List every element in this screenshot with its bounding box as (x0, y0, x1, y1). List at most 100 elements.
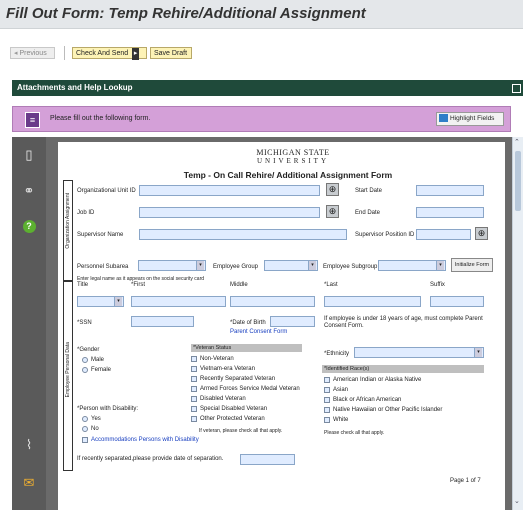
veteran-option-checkbox[interactable] (191, 376, 197, 382)
form-icon: ≡ (25, 112, 40, 128)
accommodations-checkbox[interactable] (82, 437, 88, 443)
start-date-input[interactable] (416, 185, 484, 196)
title-label: Title (77, 282, 89, 288)
female-label: Female (91, 367, 112, 373)
race-option-checkbox[interactable] (324, 387, 330, 393)
race-option-label: American Indian or Alaska Native (333, 377, 422, 383)
org-unit-lookup-icon[interactable]: ⊕ (326, 183, 339, 196)
dob-input[interactable] (270, 316, 315, 327)
employee-group-select[interactable]: ▾ (264, 260, 318, 271)
highlight-fields-button[interactable]: Highlight Fields (436, 112, 504, 126)
veteran-option-checkbox[interactable] (191, 406, 197, 412)
job-id-label: Job ID (77, 210, 95, 216)
last-name-input[interactable] (324, 296, 421, 307)
veteran-status-header: *Veteran Status (191, 344, 302, 352)
chevron-down-icon: ▾ (196, 261, 204, 270)
male-radio[interactable] (82, 357, 88, 363)
race-note: Please check all that apply. (324, 430, 385, 436)
middle-name-input[interactable] (230, 296, 315, 307)
emp-side-box: Employee Personal Data (63, 281, 73, 471)
collapse-icon[interactable] (512, 84, 521, 93)
last-label: *Last (324, 282, 338, 288)
yes-label: Yes (91, 416, 101, 422)
veteran-option-checkbox[interactable] (191, 366, 197, 372)
race-option-label: Asian (333, 387, 349, 393)
personnel-subarea-select[interactable]: ▾ (138, 260, 206, 271)
highlight-label: Highlight Fields (450, 115, 495, 122)
veteran-option-label: Other Protected Veteran (200, 416, 265, 422)
first-name-input[interactable] (131, 296, 226, 307)
scroll-up-icon[interactable]: ⌃ (514, 138, 520, 146)
org-side-label: Organization Assignment (65, 193, 71, 249)
vertical-scrollbar[interactable]: ⌃ ⌄ (512, 137, 523, 510)
scroll-down-icon[interactable]: ⌄ (514, 497, 520, 505)
race-header: *Identified Race(s) (322, 365, 484, 373)
veteran-option-checkbox[interactable] (191, 356, 197, 362)
separation-date-input[interactable] (240, 454, 295, 465)
suffix-input[interactable] (430, 296, 484, 307)
race-option-checkbox[interactable] (324, 417, 330, 423)
binoculars-icon[interactable]: ⚭ (21, 183, 37, 199)
chevron-down-icon: ▾ (474, 348, 482, 357)
race-option-label: Black or African American (333, 397, 402, 403)
page-icon[interactable]: ▯ (21, 147, 37, 163)
female-radio[interactable] (82, 367, 88, 373)
save-draft-button[interactable]: Save Draft (150, 47, 192, 59)
disability-yes-radio[interactable] (82, 416, 88, 422)
race-option-label: White (333, 417, 349, 423)
supervisor-pos-lookup-icon[interactable]: ⊕ (475, 227, 488, 240)
supervisor-pos-input[interactable] (416, 229, 471, 240)
previous-button[interactable]: ◂ Previous (10, 47, 55, 59)
supervisor-name-input[interactable] (139, 229, 347, 240)
previous-label: Previous (19, 50, 47, 57)
disability-no-radio[interactable] (82, 426, 88, 432)
parent-consent-link[interactable]: Parent Consent Form (230, 329, 287, 335)
job-id-lookup-icon[interactable]: ⊕ (326, 205, 339, 218)
ssn-label: *SSN (77, 320, 92, 326)
org-unit-input[interactable] (139, 185, 320, 196)
arrow-right-icon: ▸ (132, 48, 140, 60)
veteran-option-checkbox[interactable] (191, 396, 197, 402)
title-bar: Fill Out Form: Temp Rehire/Additional As… (0, 0, 523, 29)
end-date-label: End Date (355, 210, 381, 216)
veteran-option-label: Non-Veteran (200, 356, 234, 362)
logo-line1: MICHIGAN STATE (256, 148, 330, 157)
comment-icon[interactable]: ✉ (21, 475, 37, 491)
veteran-option-label: Special Disabled Veteran (200, 406, 268, 412)
employee-group-label: Employee Group (213, 264, 259, 270)
instruction-bar: ≡ Please fill out the following form. Hi… (12, 106, 511, 132)
dob-label: *Date of Birth (230, 320, 266, 326)
race-option-checkbox[interactable] (324, 407, 330, 413)
race-option-checkbox[interactable] (324, 397, 330, 403)
veteran-option-label: Disabled Veteran (200, 396, 246, 402)
accommodations-link[interactable]: Accommodations Persons with Disability (91, 437, 199, 443)
supervisor-name-label: Supervisor Name (77, 232, 124, 238)
form-page: MICHIGAN STATE UNIVERSITY Temp - On Call… (58, 142, 505, 510)
help-icon[interactable]: ? (21, 217, 37, 233)
initialize-form-button[interactable]: Initialize Form (451, 258, 493, 272)
veteran-option-checkbox[interactable] (191, 416, 197, 422)
paperclip-icon[interactable]: ⌇ (21, 437, 37, 453)
middle-label: Middle (230, 282, 248, 288)
supervisor-pos-label: Supervisor Position ID (355, 232, 415, 238)
check-and-send-button[interactable]: Check And Send ▸ (72, 47, 147, 60)
org-unit-label: Organizational Unit ID (77, 188, 136, 194)
chevron-down-icon: ▾ (308, 261, 316, 270)
end-date-input[interactable] (416, 207, 484, 218)
gender-label: *Gender (77, 347, 100, 353)
scroll-thumb[interactable] (515, 151, 521, 211)
title-select[interactable]: ▾ (77, 296, 124, 307)
employee-subgroup-select[interactable]: ▾ (378, 260, 446, 271)
job-id-input[interactable] (139, 207, 320, 218)
veteran-option-checkbox[interactable] (191, 386, 197, 392)
race-option-checkbox[interactable] (324, 377, 330, 383)
chevron-down-icon: ▾ (114, 297, 122, 306)
first-label: *First (131, 282, 145, 288)
left-rail: ▯ ⚭ ? ⌇ ✉ (12, 137, 46, 510)
ethnicity-label: *Ethnicity (324, 351, 350, 357)
ssn-input[interactable] (131, 316, 194, 327)
instruction-text: Please fill out the following form. (50, 115, 151, 122)
race-option-label: Native Hawaiian or Other Pacific Islande… (333, 407, 443, 413)
ethnicity-select[interactable]: ▾ (354, 347, 484, 358)
attachments-help-bar[interactable]: Attachments and Help Lookup (12, 80, 523, 96)
